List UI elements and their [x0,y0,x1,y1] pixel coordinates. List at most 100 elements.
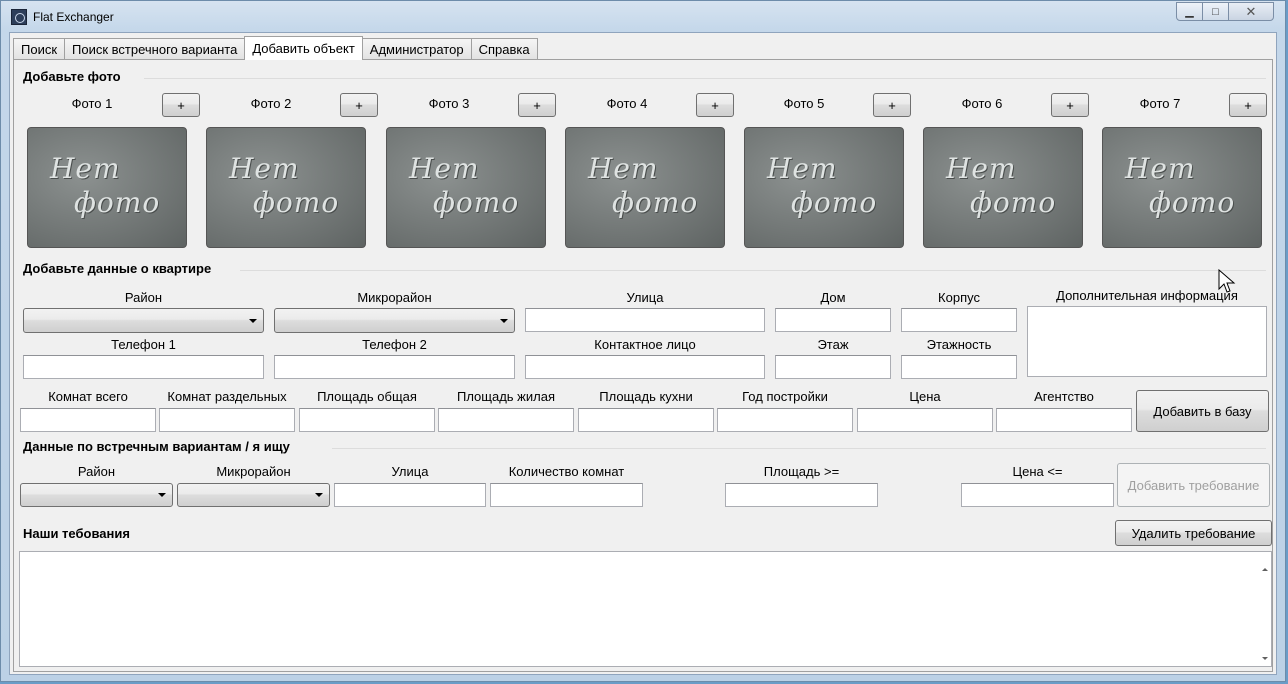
microdistrict-label: Микрорайон [357,290,432,305]
add-photo-5-button[interactable]: + [873,93,911,117]
req-district-select[interactable] [20,483,173,507]
rooms-separate-field[interactable] [159,408,295,432]
phone1-label: Телефон 1 [111,337,176,352]
requirements-section-title: Данные по встречным вариантам / я ищу [23,439,290,454]
agency-field[interactable] [996,408,1132,432]
add-requirement-button[interactable]: Добавить требование [1117,463,1270,507]
scroll-up-icon[interactable] [1262,568,1268,571]
photo-5-placeholder[interactable]: Нет фото [744,127,904,248]
no-photo-text: Нет [767,152,838,185]
tab-search[interactable]: Поиск [13,38,66,59]
year-built-field[interactable] [717,408,853,432]
contact-label: Контактное лицо [594,337,696,352]
tab-add-object[interactable]: Добавить объект [244,36,363,60]
divider [332,448,1266,449]
app-logo-icon [11,9,27,25]
add-photo-7-button[interactable]: + [1229,93,1267,117]
year-built-label: Год постройки [742,389,828,404]
req-price-max-label: Цена <= [1012,464,1063,479]
req-microdistrict-label: Микрорайон [216,464,291,479]
close-icon: ✕ [1245,3,1257,19]
photos-section-title: Добавьте фото [23,69,121,84]
req-area-min-field[interactable] [725,483,878,507]
area-total-field[interactable] [299,408,435,432]
minimize-icon: ▁ [1185,6,1194,18]
delete-requirement-button[interactable]: Удалить требование [1115,520,1272,546]
tab-counter-search[interactable]: Поиск встречного варианта [64,38,246,59]
client-area: Поиск Поиск встречного варианта Добавить… [9,32,1277,675]
house-field[interactable] [775,308,891,332]
our-requirements-title: Наши тебования [23,526,130,541]
contact-field[interactable] [525,355,765,379]
floor-label: Этаж [817,337,849,352]
no-photo-text: Нет [409,152,480,185]
rooms-total-field[interactable] [20,408,156,432]
photo-1-label: Фото 1 [71,96,113,111]
req-microdistrict-select[interactable] [177,483,330,507]
no-photo-text: фото [1149,186,1236,219]
microdistrict-select[interactable] [274,308,515,333]
building-field[interactable] [901,308,1017,332]
add-photo-2-button[interactable]: + [340,93,378,117]
no-photo-text: Нет [588,152,659,185]
area-living-field[interactable] [438,408,574,432]
req-street-field[interactable] [334,483,486,507]
price-field[interactable] [857,408,993,432]
photo-4-label: Фото 4 [606,96,648,111]
tab-help[interactable]: Справка [470,38,538,59]
chevron-down-icon [158,493,166,497]
app-window: Flat Exchanger ▁ □ ✕ Поиск Поиск встречн… [0,0,1286,682]
area-kitchen-field[interactable] [578,408,714,432]
photo-2-placeholder[interactable]: Нет фото [206,127,366,248]
extra-info-field[interactable] [1027,306,1267,377]
photo-2-label: Фото 2 [250,96,292,111]
add-to-database-button[interactable]: Добавить в базу [1136,390,1269,432]
minimize-button[interactable]: ▁ [1176,2,1203,21]
no-photo-text: Нет [50,152,121,185]
price-label: Цена [909,389,941,404]
req-district-label: Район [77,464,116,479]
photo-7-placeholder[interactable]: Нет фото [1102,127,1262,248]
floors-total-field[interactable] [901,355,1017,379]
photo-5-label: Фото 5 [783,96,825,111]
chevron-down-icon [315,493,323,497]
photo-3-placeholder[interactable]: Нет фото [386,127,546,248]
req-street-label: Улица [391,464,429,479]
district-select[interactable] [23,308,264,333]
tab-admin[interactable]: Администратор [361,38,472,59]
no-photo-text: Нет [946,152,1017,185]
title-bar[interactable]: Flat Exchanger ▁ □ ✕ [1,1,1285,33]
req-rooms-field[interactable] [490,483,643,507]
add-photo-6-button[interactable]: + [1051,93,1089,117]
add-object-panel: Добавьте фото Фото 1 + Нет фото Фото 2 + … [13,59,1273,672]
street-label: Улица [626,290,664,305]
add-photo-4-button[interactable]: + [696,93,734,117]
requirements-list[interactable] [19,551,1272,667]
street-field[interactable] [525,308,765,332]
scroll-down-icon[interactable] [1262,657,1268,660]
area-kitchen-label: Площадь кухни [599,389,693,404]
floor-field[interactable] [775,355,891,379]
req-price-max-field[interactable] [961,483,1114,507]
phone2-label: Телефон 2 [362,337,427,352]
phone1-field[interactable] [23,355,264,379]
add-photo-3-button[interactable]: + [518,93,556,117]
tab-strip: Поиск Поиск встречного варианта Добавить… [13,36,538,60]
phone2-field[interactable] [274,355,515,379]
maximize-button[interactable]: □ [1202,2,1229,21]
no-photo-text: фото [970,186,1057,219]
photo-6-label: Фото 6 [961,96,1003,111]
photo-6-placeholder[interactable]: Нет фото [923,127,1083,248]
close-button[interactable]: ✕ [1228,2,1274,21]
no-photo-text: фото [612,186,699,219]
floors-total-label: Этажность [926,337,992,352]
add-photo-1-button[interactable]: + [162,93,200,117]
window-title: Flat Exchanger [33,10,114,24]
no-photo-text: фото [433,186,520,219]
photo-4-placeholder[interactable]: Нет фото [565,127,725,248]
req-rooms-label: Количество комнат [508,464,625,479]
building-label: Корпус [938,290,980,305]
mouse-cursor-icon [1218,269,1236,293]
photo-1-placeholder[interactable]: Нет фото [27,127,187,248]
no-photo-text: Нет [229,152,300,185]
